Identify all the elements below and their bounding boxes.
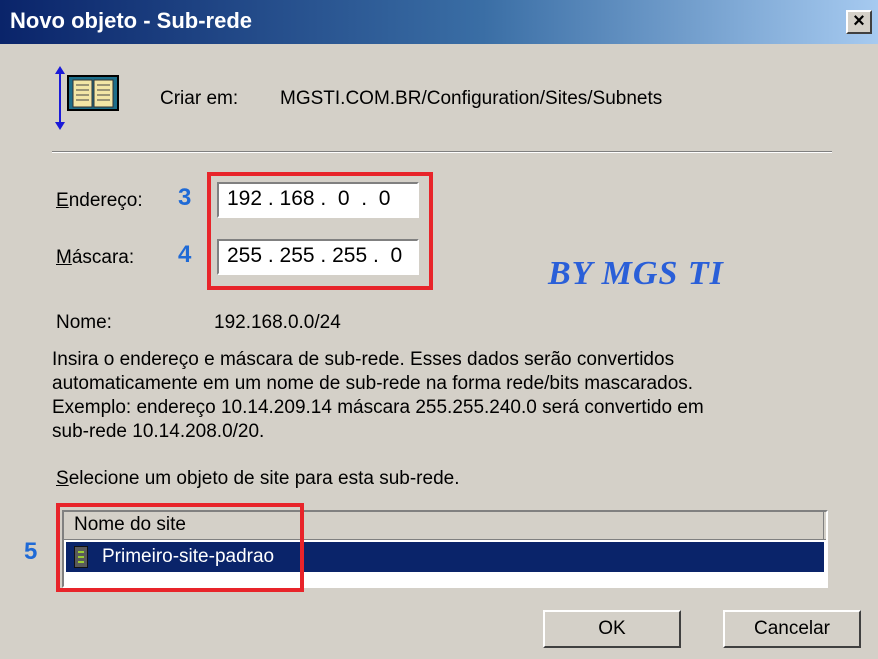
step-4-marker: 4 — [178, 241, 192, 268]
name-value: 192.168.0.0/24 — [214, 312, 341, 333]
name-label: Nome: — [56, 312, 112, 333]
separator — [52, 151, 832, 153]
mask-label: Máscara: — [56, 247, 134, 269]
description-line: automaticamente em um nome de sub-rede n… — [52, 373, 694, 394]
new-subnet-dialog: Novo objeto - Sub-rede × Criar em: MGSTI… — [0, 0, 878, 659]
create-in-path: MGSTI.COM.BR/Configuration/Sites/Subnets — [280, 88, 663, 109]
title-bar[interactable]: Novo objeto - Sub-rede × — [0, 0, 878, 44]
site-prompt-text: elecione um objeto de site para esta sub… — [68, 468, 460, 489]
cancel-button[interactable]: Cancelar — [723, 610, 861, 648]
create-in-label: Criar em: — [160, 88, 239, 109]
description-line: Exemplo: endereço 10.14.209.14 máscara 2… — [52, 397, 704, 418]
watermark: BY MGS TI — [548, 255, 724, 292]
window-title: Novo objeto - Sub-rede — [10, 8, 252, 33]
mask-label-accesskey: M — [56, 247, 72, 268]
subnet-icon — [55, 66, 119, 130]
highlight-box-site — [56, 503, 304, 592]
description: Insira o endereço e máscara de sub-rede.… — [52, 348, 822, 444]
site-select-prompt: Selecione um objeto de site para esta su… — [56, 468, 460, 490]
description-line: Insira o endereço e máscara de sub-rede.… — [52, 349, 675, 370]
step-3-marker: 3 — [178, 184, 192, 211]
mask-label-text: áscara: — [71, 247, 135, 268]
address-label-accesskey: E — [56, 190, 69, 211]
address-label: Endereço: — [56, 190, 143, 212]
close-button[interactable]: × — [846, 10, 872, 34]
highlight-box-address-mask — [207, 172, 433, 290]
site-prompt-accesskey: S — [56, 468, 69, 489]
close-icon: × — [853, 10, 865, 32]
ok-button[interactable]: OK — [543, 610, 681, 648]
description-line: sub-rede 10.14.208.0/20. — [52, 421, 265, 442]
step-5-marker: 5 — [24, 538, 38, 565]
address-label-text: ndereço: — [68, 190, 143, 211]
